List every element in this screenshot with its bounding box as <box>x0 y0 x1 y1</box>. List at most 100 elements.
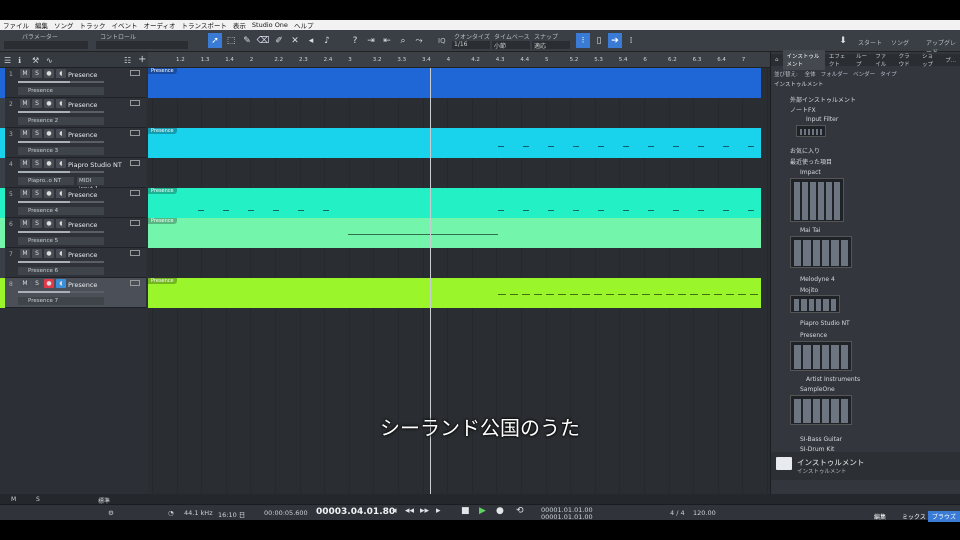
record-arm-icon[interactable]: ● <box>44 249 54 258</box>
instrument-select[interactable]: Presence 5 <box>18 237 104 245</box>
midi-note[interactable] <box>723 210 729 211</box>
midi-note[interactable] <box>738 294 746 295</box>
midi-clip[interactable]: Presence <box>148 128 761 158</box>
volume-slider[interactable] <box>18 81 104 83</box>
track-color[interactable] <box>0 68 5 98</box>
monitor-icon[interactable]: ◖ <box>56 159 66 168</box>
record-arm-icon[interactable]: ● <box>44 219 54 228</box>
volume-slider[interactable] <box>18 291 104 293</box>
midi-note[interactable] <box>498 294 506 295</box>
midi-note[interactable] <box>648 146 654 147</box>
monitor-icon[interactable]: ◖ <box>56 249 66 258</box>
midi-note[interactable] <box>726 294 734 295</box>
midi-note[interactable] <box>248 210 254 211</box>
midi-note[interactable] <box>498 210 504 211</box>
track-header[interactable]: 8 M S ● ◖ Presence Presence 7 <box>0 278 146 308</box>
midi-note[interactable] <box>623 210 629 211</box>
listen-tool-icon[interactable]: ♪ <box>320 33 334 48</box>
browser-item[interactable]: Presence <box>800 332 827 339</box>
follow-icon[interactable]: ⇤ <box>380 33 394 48</box>
keyboard-icon[interactable] <box>130 160 140 166</box>
midi-clip[interactable]: Presence <box>148 278 761 308</box>
midi-note[interactable] <box>548 146 554 147</box>
midi-note[interactable] <box>618 294 626 295</box>
midi-note[interactable] <box>348 234 498 235</box>
stop-icon[interactable]: ■ <box>461 506 470 516</box>
midi-clip[interactable]: Presence <box>148 68 761 98</box>
track-color[interactable] <box>0 98 5 128</box>
instrument-select[interactable]: Presence 7 <box>18 297 104 305</box>
loop-icon[interactable]: ⟲ <box>516 506 524 516</box>
loop-end[interactable]: 00001.01.01.00 <box>541 513 593 521</box>
monitor-icon[interactable]: ◖ <box>56 129 66 138</box>
keyboard-icon[interactable] <box>130 250 140 256</box>
midi-note[interactable] <box>723 146 729 147</box>
keyboard-icon[interactable] <box>130 220 140 226</box>
timebase-dropdown[interactable]: 小節 <box>492 41 530 50</box>
keyboard-icon[interactable] <box>130 70 140 76</box>
instrument-thumbnail[interactable] <box>790 236 852 268</box>
instrument-select[interactable]: Presence 3 <box>18 147 104 155</box>
solo-button[interactable]: S <box>32 189 42 198</box>
monitor-icon[interactable]: ◖ <box>56 219 66 228</box>
sort-option[interactable]: ベンダー <box>853 72 875 78</box>
solo-button[interactable]: S <box>32 219 42 228</box>
midi-note[interactable] <box>690 294 698 295</box>
menu-item[interactable]: イベント <box>112 20 138 30</box>
browser-item[interactable]: Impact <box>800 169 821 176</box>
record-arm-icon[interactable]: ● <box>44 189 54 198</box>
track-color[interactable] <box>0 128 5 158</box>
end-icon[interactable]: ▸ <box>436 506 441 516</box>
timeline-ruler[interactable]: 1.2 1.3 1.4 2 2.2 2.3 2.4 3 3.2 3.3 3.4 4 4.2 4.3 4.4 5… <box>148 52 770 68</box>
menu-item[interactable]: ソング <box>54 20 74 30</box>
volume-slider[interactable] <box>18 261 104 263</box>
midi-note[interactable] <box>598 210 604 211</box>
midi-note[interactable] <box>546 294 554 295</box>
instrument-select[interactable]: Presence <box>18 87 104 95</box>
mute-button[interactable]: M <box>20 279 30 288</box>
track-color[interactable] <box>0 218 5 248</box>
browser-item[interactable]: ノートFX <box>790 105 816 114</box>
monitor-icon[interactable]: ◖ <box>56 69 66 78</box>
return-zero-icon[interactable]: ◂ <box>392 506 397 516</box>
browser-item[interactable]: Mai Tai <box>800 227 820 234</box>
solo-button[interactable]: S <box>32 129 42 138</box>
eraser-tool-icon[interactable]: ⌫ <box>256 33 270 48</box>
volume-slider[interactable] <box>18 201 104 203</box>
keyboard-icon[interactable] <box>130 130 140 136</box>
instrument-select[interactable]: Piapro..o NT <box>18 177 74 185</box>
control-dropdown[interactable] <box>96 41 188 49</box>
midi-note[interactable] <box>558 294 566 295</box>
browser-item[interactable]: SampleOne <box>800 386 835 393</box>
midi-note[interactable] <box>522 294 530 295</box>
track-header[interactable]: 6 M S ● ◖ Presence Presence 5 <box>0 218 146 248</box>
menu-item[interactable]: トランスポート <box>182 20 227 30</box>
track-header[interactable]: 5 M S ● ◖ Presence Presence 4 <box>0 188 146 218</box>
midi-clip[interactable]: Presence <box>148 218 761 248</box>
keyboard-icon[interactable] <box>130 280 140 286</box>
browser-tab[interactable]: プ... <box>941 56 960 64</box>
track-name[interactable]: Presence <box>68 131 97 139</box>
bottom-tab[interactable]: 編集 <box>870 511 890 522</box>
arrow-tool-icon[interactable]: ➚ <box>208 33 222 48</box>
track-color[interactable] <box>0 188 5 218</box>
instrument-thumbnail[interactable] <box>790 178 844 222</box>
midi-note[interactable] <box>648 210 654 211</box>
snap-toggle-icon[interactable]: ⁝ <box>576 33 590 48</box>
monitor-icon[interactable]: ◖ <box>56 279 66 288</box>
track-header[interactable]: 3 M S ● ◖ Presence Presence 3 <box>0 128 146 158</box>
autoscroll-icon[interactable]: ⇥ <box>364 33 378 48</box>
volume-slider[interactable] <box>18 171 104 173</box>
track-color[interactable] <box>0 158 5 188</box>
track-name[interactable]: Presence <box>68 251 97 259</box>
menu-item[interactable]: 編集 <box>35 20 48 30</box>
keyboard-icon[interactable] <box>130 100 140 106</box>
mute-button[interactable]: M <box>20 99 30 108</box>
browser-item[interactable]: お気に入り <box>790 146 820 155</box>
sort-option[interactable]: タイプ <box>880 72 897 78</box>
record-arm-icon[interactable]: ● <box>44 279 54 288</box>
browser-tab[interactable]: インストゥルメント <box>782 50 825 70</box>
midi-note[interactable] <box>323 210 329 211</box>
mute-button[interactable]: M <box>20 189 30 198</box>
record-arm-icon[interactable]: ● <box>44 69 54 78</box>
